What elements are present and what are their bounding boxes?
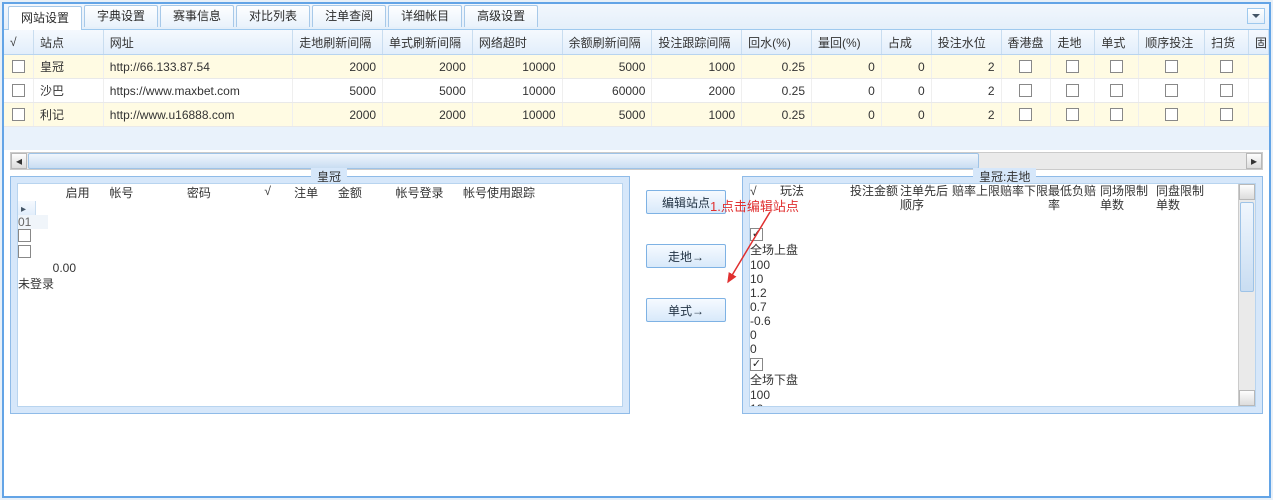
danshi-button[interactable]: 单式→: [646, 298, 726, 322]
checkbox[interactable]: [1019, 108, 1032, 121]
accounts-header-cell[interactable]: 帐号: [109, 184, 186, 201]
play-header-cell[interactable]: 赔率下限: [1000, 184, 1048, 226]
accounts-header-cell[interactable]: 帐号使用跟踪: [463, 184, 622, 201]
checkbox[interactable]: [18, 245, 31, 258]
sites-header-cell[interactable]: 固: [1249, 30, 1269, 54]
scroll-down-button[interactable]: [1239, 390, 1255, 406]
play-header-cell[interactable]: 同盘限制单数: [1156, 184, 1212, 226]
accounts-grid: 启用帐号密码√注单金额帐号登录帐号使用跟踪 010.00未登录: [17, 183, 623, 407]
play-vertical-scrollbar[interactable]: [1238, 184, 1255, 406]
sites-row[interactable]: 皇冠http://66.133.87.542000200010000500010…: [4, 55, 1269, 79]
accounts-header-cell[interactable]: √: [264, 184, 294, 201]
checkbox[interactable]: [1220, 84, 1233, 97]
checkbox[interactable]: [1165, 84, 1178, 97]
checkbox[interactable]: [1165, 60, 1178, 73]
tab-overflow-dropdown[interactable]: [1247, 8, 1265, 24]
accounts-header-cell[interactable]: [36, 184, 66, 201]
play-header-cell[interactable]: 注单先后顺序: [900, 184, 952, 226]
sites-header-cell[interactable]: 投注水位: [932, 30, 1002, 54]
play-header-cell[interactable]: 同场限制单数: [1100, 184, 1156, 226]
sites-grid: √站点网址走地刷新间隔单式刷新间隔网络超时余额刷新间隔投注跟踪间隔回水(%)量回…: [4, 30, 1269, 150]
scroll-left-button[interactable]: ◂: [11, 153, 27, 169]
sites-header-cell[interactable]: 投注跟踪间隔: [652, 30, 742, 54]
accounts-panel: 皇冠 启用帐号密码√注单金额帐号登录帐号使用跟踪 010.00未登录: [10, 176, 630, 414]
accounts-header-cell[interactable]: 帐号登录: [395, 184, 463, 201]
tab-2[interactable]: 赛事信息: [160, 5, 234, 27]
sites-header-cell[interactable]: 扫货: [1205, 30, 1249, 54]
checkbox[interactable]: [1220, 60, 1233, 73]
sites-header-cell[interactable]: 余额刷新间隔: [563, 30, 653, 54]
sites-header-cell[interactable]: 香港盘: [1002, 30, 1052, 54]
scroll-up-button[interactable]: [1239, 184, 1255, 200]
sites-header-cell[interactable]: 网址: [104, 30, 293, 54]
play-row[interactable]: 全场下盘100101.20.7-0.600: [750, 356, 1238, 407]
sites-header-cell[interactable]: 回水(%): [742, 30, 812, 54]
accounts-header-cell[interactable]: 密码: [187, 184, 264, 201]
tab-5[interactable]: 详细帐目: [388, 5, 462, 27]
zoudi-button[interactable]: 走地→: [646, 244, 726, 268]
tab-0[interactable]: 网站设置: [8, 6, 82, 30]
accounts-header-cell[interactable]: [18, 184, 36, 201]
checkbox[interactable]: [18, 229, 31, 242]
sites-header-cell[interactable]: √: [4, 30, 34, 54]
checkbox[interactable]: [750, 228, 763, 241]
sites-header-cell[interactable]: 单式: [1095, 30, 1139, 54]
checkbox[interactable]: [12, 60, 25, 73]
checkbox[interactable]: [1019, 84, 1032, 97]
play-header-cell[interactable]: 投注金额: [850, 184, 900, 226]
checkbox[interactable]: [12, 84, 25, 97]
accounts-row[interactable]: 010.00未登录: [18, 201, 622, 292]
checkbox[interactable]: [1066, 60, 1079, 73]
sites-header-cell[interactable]: 顺序投注: [1139, 30, 1205, 54]
checkbox[interactable]: [1110, 84, 1123, 97]
play-row[interactable]: 全场上盘100101.20.7-0.600: [750, 226, 1238, 356]
tab-4[interactable]: 注单查阅: [312, 5, 386, 27]
sites-header-cell[interactable]: 网络超时: [473, 30, 563, 54]
scroll-right-button[interactable]: ▸: [1246, 153, 1262, 169]
sites-header-cell[interactable]: 站点: [34, 30, 104, 54]
sites-horizontal-scrollbar[interactable]: ◂ ▸: [10, 152, 1263, 170]
sites-header-cell[interactable]: 占成: [882, 30, 932, 54]
checkbox[interactable]: [750, 358, 763, 371]
checkbox[interactable]: [1165, 108, 1178, 121]
sites-header-cell[interactable]: 单式刷新间隔: [383, 30, 473, 54]
checkbox[interactable]: [1110, 108, 1123, 121]
accounts-header-cell[interactable]: 金额: [338, 184, 396, 201]
accounts-header-cell[interactable]: 注单: [294, 184, 338, 201]
play-panel: 皇冠:走地 √玩法投注金额注单先后顺序赔率上限赔率下限最低负赔率同场限制单数同盘…: [742, 176, 1263, 414]
sites-row[interactable]: 利记http://www.u16888.com20002000100005000…: [4, 103, 1269, 127]
tab-1[interactable]: 字典设置: [84, 5, 158, 27]
accounts-header-cell[interactable]: 启用: [66, 184, 110, 201]
main-tabstrip: 网站设置字典设置赛事信息对比列表注单查阅详细帐目高级设置: [4, 4, 1269, 30]
play-header-cell[interactable]: 赔率上限: [952, 184, 1000, 226]
checkbox[interactable]: [1066, 84, 1079, 97]
scroll-thumb[interactable]: [28, 153, 979, 169]
checkbox[interactable]: [1066, 108, 1079, 121]
checkbox[interactable]: [1019, 60, 1032, 73]
scroll-thumb[interactable]: [1240, 202, 1254, 292]
play-header-cell[interactable]: 玩法: [780, 184, 850, 226]
checkbox[interactable]: [1110, 60, 1123, 73]
play-grid: √玩法投注金额注单先后顺序赔率上限赔率下限最低负赔率同场限制单数同盘限制单数 全…: [749, 183, 1256, 407]
tab-3[interactable]: 对比列表: [236, 5, 310, 27]
checkbox[interactable]: [12, 108, 25, 121]
sites-header-cell[interactable]: 走地刷新间隔: [293, 30, 383, 54]
sites-header-cell[interactable]: 走地: [1051, 30, 1095, 54]
edit-site-button[interactable]: 编辑站点: [646, 190, 726, 214]
play-header-cell[interactable]: √: [750, 184, 780, 226]
tab-6[interactable]: 高级设置: [464, 5, 538, 27]
sites-header-cell[interactable]: 量回(%): [812, 30, 882, 54]
checkbox[interactable]: [1220, 108, 1233, 121]
play-header-cell[interactable]: 最低负赔率: [1048, 184, 1100, 226]
sites-row[interactable]: 沙巴https://www.maxbet.com5000500010000600…: [4, 79, 1269, 103]
mid-button-column: 编辑站点 走地→ 单式→: [634, 176, 738, 414]
